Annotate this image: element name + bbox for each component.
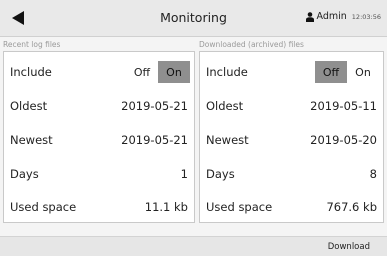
recent-days-value: 1 xyxy=(180,167,188,181)
archived-panel: Include Off On Oldest 2019-05-11 Newest … xyxy=(199,51,384,223)
archived-newest-label: Newest xyxy=(206,133,249,147)
recent-include-on-option[interactable]: On xyxy=(158,61,190,83)
recent-used-label: Used space xyxy=(10,200,77,214)
recent-newest-label: Newest xyxy=(10,133,53,147)
download-button[interactable]: Download xyxy=(328,242,370,252)
recent-used-value: 11.1 kb xyxy=(144,200,188,214)
header-bar: Monitoring Admin 12:03:56 xyxy=(0,0,387,37)
recent-panel: Include Off On Oldest 2019-05-21 Newest … xyxy=(3,51,195,223)
archived-oldest-label: Oldest xyxy=(206,99,244,113)
recent-include-off-option[interactable]: Off xyxy=(126,61,158,83)
user-info[interactable]: Admin 12:03:56 xyxy=(305,11,381,22)
user-icon xyxy=(305,11,314,22)
recent-oldest-label: Oldest xyxy=(10,99,48,113)
user-name: Admin xyxy=(316,11,347,22)
recent-include-label: Include xyxy=(10,65,52,79)
recent-section-label: Recent log files xyxy=(3,40,61,49)
archived-include-label: Include xyxy=(206,65,248,79)
archived-used-label: Used space xyxy=(206,200,273,214)
archived-include-on-option[interactable]: On xyxy=(347,61,379,83)
recent-newest-value: 2019-05-21 xyxy=(121,133,188,147)
archived-include-off-option[interactable]: Off xyxy=(315,61,347,83)
archived-newest-value: 2019-05-20 xyxy=(310,133,377,147)
recent-include-toggle[interactable]: Off On xyxy=(126,61,190,83)
archived-used-value: 767.6 kb xyxy=(326,200,377,214)
recent-oldest-value: 2019-05-21 xyxy=(121,99,188,113)
archived-section-label: Downloaded (archived) files xyxy=(199,40,304,49)
archived-include-toggle[interactable]: Off On xyxy=(315,61,379,83)
archived-oldest-value: 2019-05-11 xyxy=(310,99,377,113)
archived-days-value: 8 xyxy=(369,167,377,181)
footer-bar: Download xyxy=(0,236,387,256)
clock-time: 12:03:56 xyxy=(351,12,381,21)
archived-days-label: Days xyxy=(206,167,235,181)
recent-days-label: Days xyxy=(10,167,39,181)
